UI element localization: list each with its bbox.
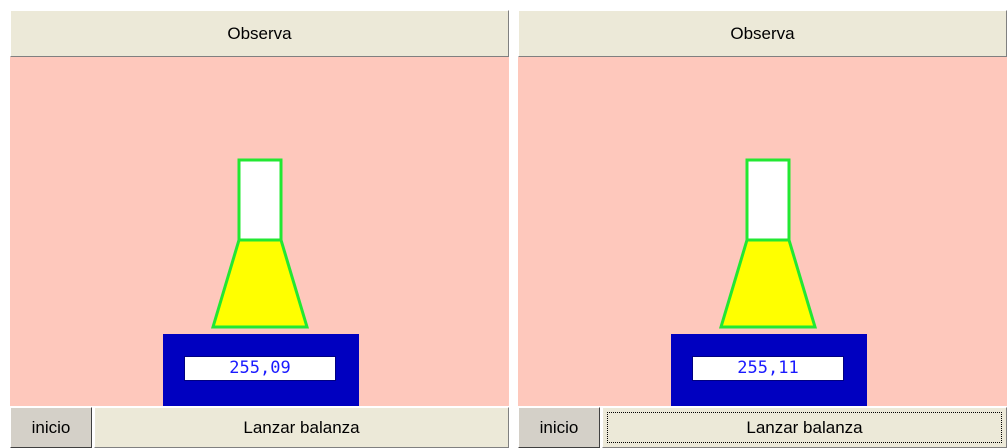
balance-panel-right: Observa 255,11 inicio Lanzar balanza: [518, 10, 1007, 448]
inicio-button-label: inicio: [31, 417, 71, 437]
lanzar-balanza-button[interactable]: Lanzar balanza: [602, 407, 1007, 448]
inicio-button[interactable]: inicio: [10, 407, 92, 448]
header-label: Observa: [730, 23, 795, 43]
observa-header: Observa: [10, 10, 509, 57]
balance-panel-left: Observa 255,09 inicio Lanzar balanza: [10, 10, 509, 448]
digital-balance-icon: 255,09: [163, 334, 359, 408]
lanzar-balanza-label: Lanzar balanza: [243, 417, 360, 437]
balance-display: 255,09: [184, 356, 336, 381]
lanzar-balanza-label: Lanzar balanza: [746, 417, 863, 437]
flask-body: [718, 238, 818, 329]
flask-neck: [745, 158, 791, 242]
lanzar-balanza-button[interactable]: Lanzar balanza: [94, 407, 509, 448]
panel-footer: inicio Lanzar balanza: [10, 406, 509, 448]
panel-footer: inicio Lanzar balanza: [518, 406, 1007, 448]
balance-display: 255,11: [692, 356, 844, 381]
digital-balance-icon: 255,11: [671, 334, 867, 408]
flask-neck: [237, 158, 283, 242]
header-label: Observa: [227, 23, 292, 43]
flask-body: [210, 238, 310, 329]
observa-header: Observa: [518, 10, 1007, 57]
inicio-button-label: inicio: [539, 417, 579, 437]
inicio-button[interactable]: inicio: [518, 407, 600, 448]
